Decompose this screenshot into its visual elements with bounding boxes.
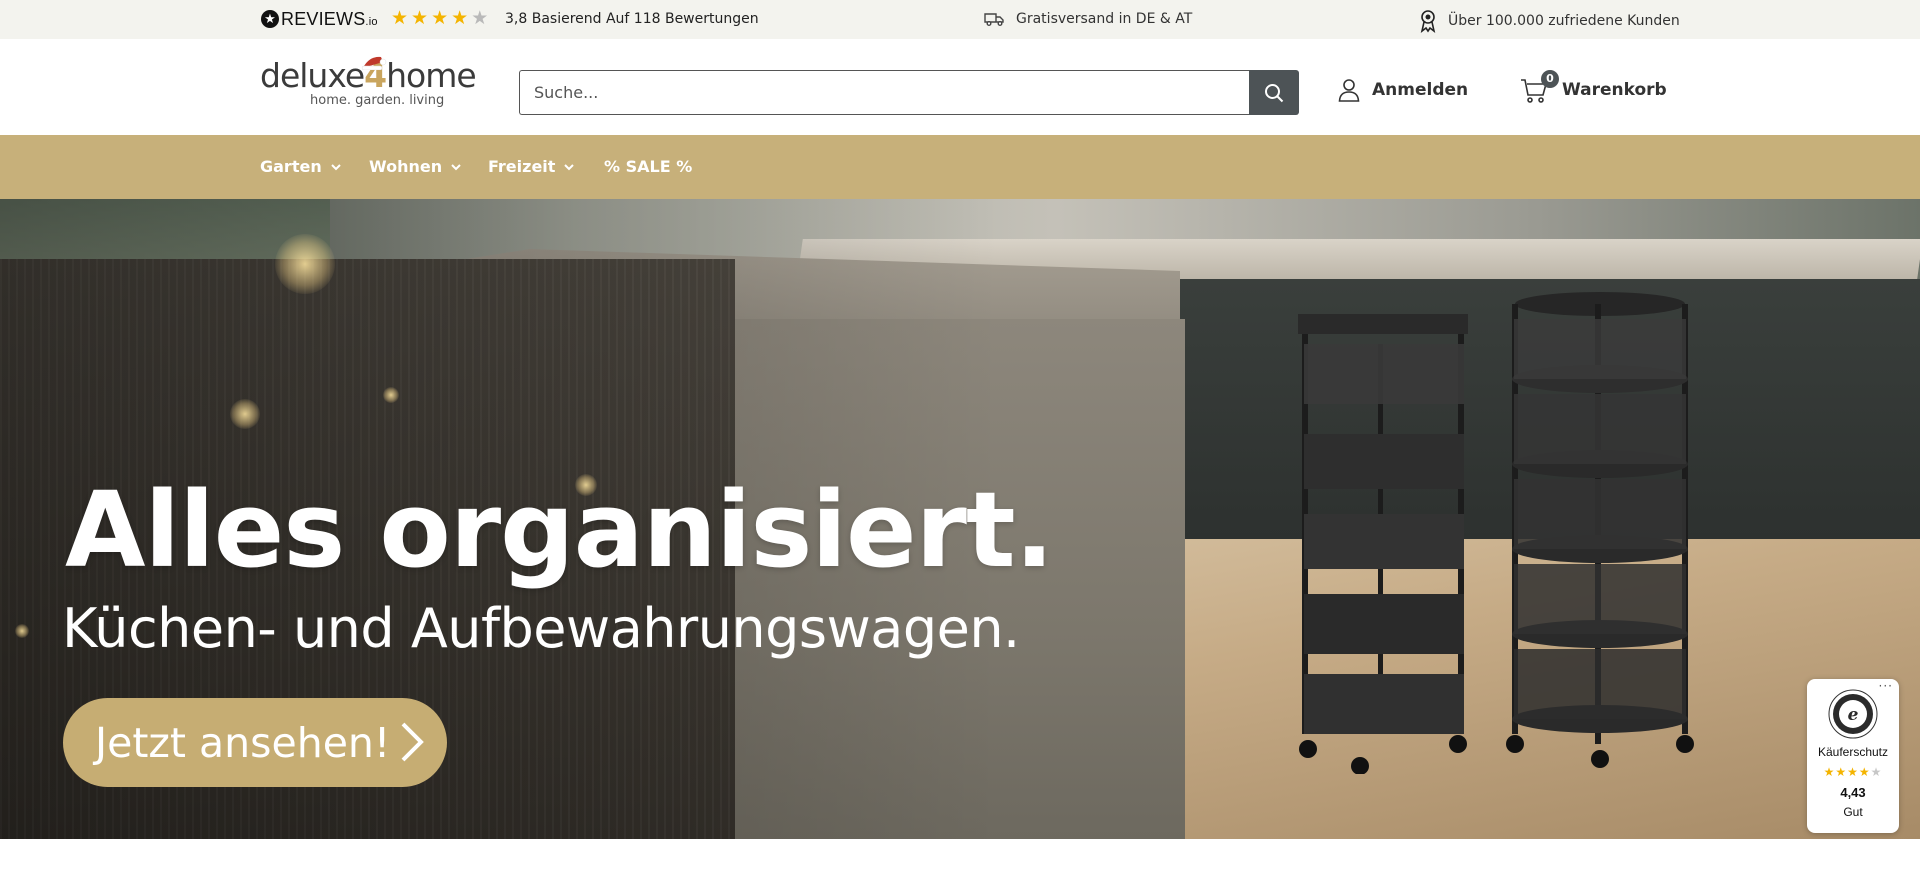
cart-icon: 0	[1520, 70, 1559, 104]
usp-free-shipping: Gratisversand in DE & AT	[984, 11, 1192, 27]
hero-subtitle: Küchen- und Aufbewahrungswagen.	[62, 597, 1020, 660]
cart-label: Warenkorb	[1562, 80, 1667, 100]
buyer-protection-label: Käuferschutz	[1817, 745, 1889, 759]
star-icon: ★	[411, 7, 429, 29]
search-bar	[519, 70, 1299, 115]
chevron-down-icon	[331, 163, 341, 170]
bokeh-light	[383, 387, 399, 403]
reviews-brand-suffix: .io	[365, 16, 378, 28]
trust-rating-stars: ★★★★★	[1823, 765, 1883, 779]
kitchen-trolley-square-image	[1298, 314, 1468, 774]
hero-title: Alles organisiert.	[65, 469, 1054, 591]
trust-score: 4,43	[1840, 785, 1866, 800]
chevron-down-icon	[451, 163, 461, 170]
reviews-io-logo[interactable]: ★ REVIEWS .io	[261, 9, 378, 29]
bokeh-light	[275, 234, 335, 294]
nav-item-label: % SALE %	[604, 157, 693, 176]
usp-customers: Über 100.000 zufriedene Kunden	[1418, 9, 1680, 33]
kitchen-trolley-round-image	[1506, 292, 1694, 768]
star-icon: ★	[431, 7, 449, 29]
trusted-shops-badge[interactable]: ··· e Käuferschutz ★★★★★ 4,43 Gut	[1807, 679, 1899, 833]
reviews-star-icon: ★	[261, 10, 279, 28]
search-icon	[1265, 83, 1284, 102]
cart-link[interactable]: 0 Warenkorb	[1520, 70, 1667, 104]
chevron-right-icon	[401, 722, 424, 762]
login-label: Anmelden	[1372, 80, 1469, 100]
cart-count-badge: 0	[1541, 70, 1559, 88]
search-input[interactable]	[519, 70, 1249, 115]
rating-stars[interactable]: ★ ★ ★ ★ ★	[391, 8, 488, 28]
hero-cta-button[interactable]: Jetzt ansehen!	[63, 698, 447, 787]
top-announcement-bar: ★ REVIEWS .io ★ ★ ★ ★ ★ 3,8 Basierend Auf…	[0, 0, 1920, 39]
hero-cta-label: Jetzt ansehen!	[95, 718, 391, 767]
logo-tagline: home. garden. living	[310, 93, 445, 108]
bokeh-light	[15, 624, 29, 638]
santa-hat-icon	[361, 56, 387, 70]
main-navigation: Garten Wohnen Freizeit % SALE %	[0, 135, 1920, 199]
rating-summary[interactable]: 3,8 Basierend Auf 118 Bewertungen	[505, 11, 759, 27]
nav-item-label: Garten	[260, 157, 322, 176]
nav-item-wohnen[interactable]: Wohnen	[369, 157, 462, 176]
nav-item-freizeit[interactable]: Freizeit	[488, 157, 575, 176]
login-link[interactable]: Anmelden	[1338, 78, 1468, 102]
chevron-down-icon	[564, 163, 575, 170]
nav-item-label: Freizeit	[488, 157, 556, 176]
site-logo[interactable]: deluxe4home home. garden. living	[260, 57, 482, 119]
nav-item-label: Wohnen	[369, 157, 443, 176]
hero-banner[interactable]: Alles organisiert. Küchen- und Aufbewahr…	[0, 199, 1920, 839]
nav-item-sale[interactable]: % SALE %	[604, 157, 692, 176]
bokeh-light	[230, 399, 260, 429]
award-ribbon-icon	[1420, 10, 1436, 33]
usp-shipping-text: Gratisversand in DE & AT	[1016, 11, 1193, 27]
star-icon: ★	[451, 7, 469, 29]
usp-customers-text: Über 100.000 zufriedene Kunden	[1448, 13, 1680, 29]
trusted-shops-seal-icon: e	[1828, 689, 1878, 739]
search-button[interactable]	[1249, 70, 1299, 115]
trust-grade: Gut	[1843, 805, 1863, 819]
reviews-brand: REVIEWS	[281, 8, 366, 29]
widget-menu-icon[interactable]: ···	[1879, 679, 1893, 693]
truck-icon	[984, 13, 1004, 26]
user-icon	[1338, 79, 1360, 102]
svg-text:e: e	[1848, 705, 1859, 725]
star-empty-icon: ★	[471, 7, 489, 29]
star-icon: ★	[391, 7, 409, 29]
nav-item-garten[interactable]: Garten	[260, 157, 342, 176]
